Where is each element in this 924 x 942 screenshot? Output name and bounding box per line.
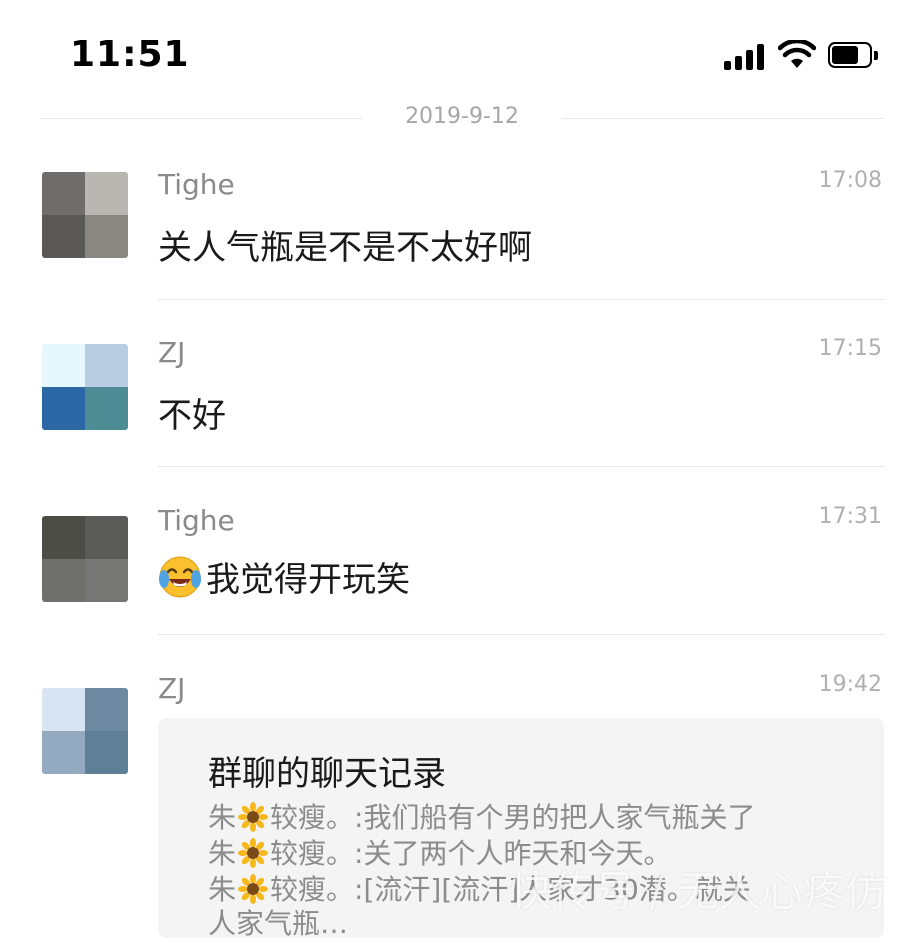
divider xyxy=(158,634,884,635)
sunflower-icon xyxy=(238,874,269,904)
avatar[interactable] xyxy=(42,344,128,430)
sender-name: ZJ xyxy=(158,672,186,705)
record-sender-suffix: 较瘦。 xyxy=(270,837,355,870)
message-text: 我觉得开玩笑 xyxy=(206,560,410,600)
sunflower-icon xyxy=(238,838,269,868)
record-sender-suffix: 较瘦。 xyxy=(270,801,355,834)
message-content: 我觉得开玩笑 xyxy=(158,552,410,601)
message-text: 关人气瓶是不是不太好啊 xyxy=(158,228,532,268)
avatar[interactable] xyxy=(42,172,128,258)
sender-name: Tighe xyxy=(158,504,235,537)
divider xyxy=(158,299,884,300)
battery-icon xyxy=(828,42,878,70)
message-item[interactable]: Tighe 17:08 关人气瓶是不是不太好啊 xyxy=(0,160,924,300)
chat-record-line: 人家气瓶… xyxy=(208,902,348,942)
record-sender-name: 朱 xyxy=(208,801,237,834)
message-time: 17:15 xyxy=(818,336,882,361)
date-divider-label: 2019-9-12 xyxy=(405,104,519,129)
chat-record-title: 群聊的聊天记录 xyxy=(208,754,446,794)
message-time: 17:08 xyxy=(818,168,882,193)
watermark: 快传号 / 无人心疼仿 xyxy=(510,867,887,916)
sender-name: ZJ xyxy=(158,336,186,369)
avatar[interactable] xyxy=(42,516,128,602)
sender-name: Tighe xyxy=(158,168,235,201)
avatar[interactable] xyxy=(42,688,128,774)
wifi-icon xyxy=(778,40,816,68)
cellular-signal-icon xyxy=(724,44,768,70)
divider xyxy=(158,466,884,467)
record-sender-name: 朱 xyxy=(208,837,237,870)
message-text: 不好 xyxy=(158,396,226,436)
record-text: :我们船有个男的把人家气瓶关了 xyxy=(354,801,756,834)
crying-laughing-face-icon xyxy=(159,556,201,598)
message-item[interactable]: Tighe 17:31 我觉得开玩笑 xyxy=(0,496,924,636)
status-bar: 11:51 xyxy=(0,0,924,100)
message-time: 17:31 xyxy=(818,504,882,529)
sunflower-icon xyxy=(238,802,269,832)
status-time: 11:51 xyxy=(70,34,190,75)
date-divider: 2019-9-12 xyxy=(40,100,884,136)
message-item[interactable]: ZJ 17:15 不好 xyxy=(0,328,924,468)
message-time: 19:42 xyxy=(818,672,882,697)
chat-record-line: 朱较瘦。:我们船有个男的把人家气瓶关了 xyxy=(208,796,755,836)
